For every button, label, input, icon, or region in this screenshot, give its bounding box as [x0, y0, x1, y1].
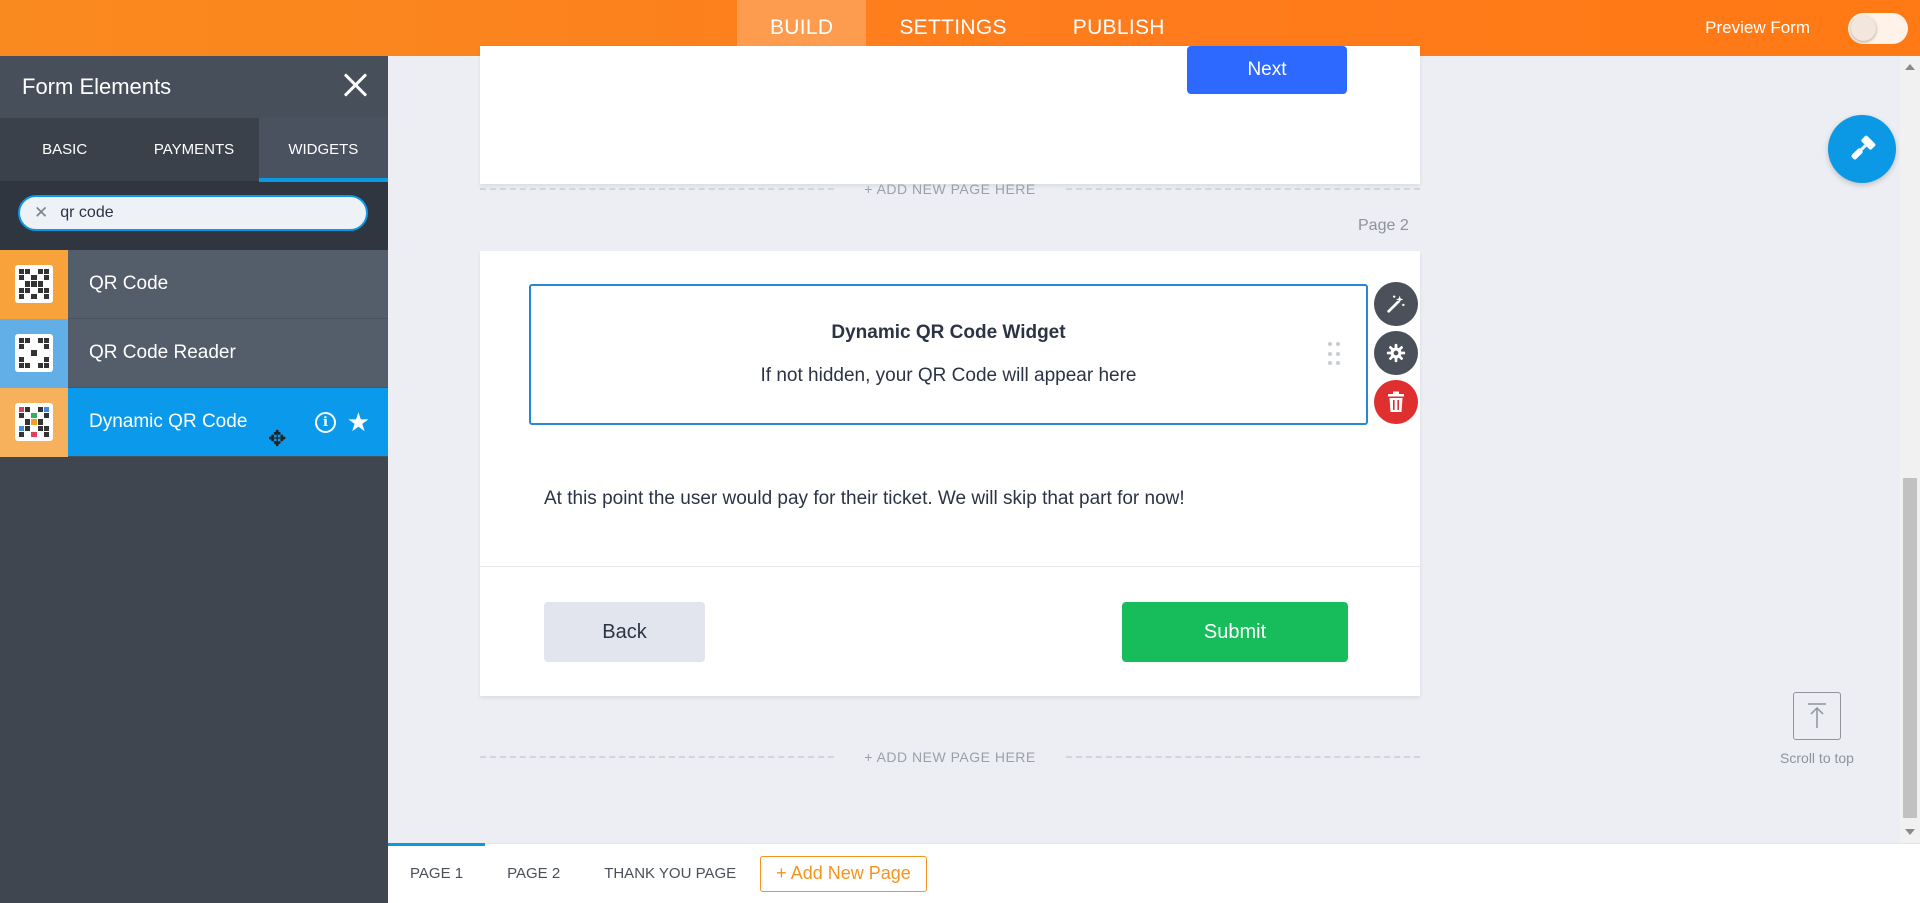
move-cursor-icon: ✥	[268, 426, 287, 451]
tab-page-2[interactable]: PAGE 2	[485, 844, 582, 903]
add-new-page-divider: + ADD NEW PAGE HERE	[480, 179, 1421, 199]
list-item-qr-code[interactable]: QR Code	[0, 249, 388, 319]
tab-payments[interactable]: PAYMENTS	[129, 118, 258, 181]
list-item-dynamic-qr-code[interactable]: Dynamic QR Code i ★	[0, 387, 388, 457]
form-canvas: Next + ADD NEW PAGE HERE Page 2 Dynamic …	[388, 46, 1900, 843]
panel-header: Form Elements	[0, 56, 388, 118]
drag-handle-icon[interactable]	[1328, 342, 1340, 368]
tab-widgets[interactable]: WIDGETS	[258, 118, 389, 182]
list-item-label: QR Code	[89, 273, 169, 294]
add-new-page-button[interactable]: + Add New Page	[760, 855, 927, 892]
search-box: ✕	[18, 195, 368, 231]
scroll-to-top-label: Scroll to top	[1780, 750, 1854, 766]
form-elements-panel: Form Elements BASIC PAYMENTS WIDGETS ✕ Q…	[0, 56, 389, 903]
scroll-down-icon[interactable]	[1905, 829, 1915, 835]
tab-page-1[interactable]: PAGE 1	[388, 842, 486, 903]
qr-code-icon	[0, 249, 68, 319]
form-designer-button[interactable]	[1828, 115, 1896, 183]
dynamic-qr-code-widget[interactable]: Dynamic QR Code Widget If not hidden, yo…	[529, 284, 1368, 425]
panel-tabs: BASIC PAYMENTS WIDGETS	[0, 118, 389, 182]
clear-search-icon[interactable]: ✕	[34, 203, 48, 223]
page-tabs-bar: PAGE 1 PAGE 2 THANK YOU PAGE + Add New P…	[388, 842, 1920, 903]
paragraph-text: At this point the user would pay for the…	[544, 488, 1185, 509]
search-wrapper: ✕	[0, 182, 388, 250]
star-icon[interactable]: ★	[347, 407, 370, 438]
gear-icon[interactable]	[1374, 331, 1418, 375]
paint-roller-icon	[1851, 135, 1876, 160]
tab-basic[interactable]: BASIC	[0, 118, 129, 181]
qr-code-reader-icon	[0, 318, 68, 388]
search-input[interactable]	[60, 204, 341, 222]
scroll-up-icon[interactable]	[1905, 64, 1915, 70]
vertical-scrollbar[interactable]	[1900, 56, 1920, 843]
list-item-qr-code-reader[interactable]: QR Code Reader	[0, 318, 388, 388]
widget-list: QR Code QR Code Reader Dynamic QR Code i…	[0, 249, 388, 457]
list-item-label: Dynamic QR Code	[89, 411, 248, 432]
close-icon[interactable]	[340, 70, 370, 100]
info-icon[interactable]: i	[315, 412, 336, 433]
back-button[interactable]: Back	[544, 602, 705, 662]
form-page-1: Next	[480, 46, 1420, 184]
submit-button[interactable]: Submit	[1122, 602, 1348, 662]
add-new-page-link[interactable]: + ADD NEW PAGE HERE	[864, 749, 1035, 765]
trash-icon[interactable]	[1374, 380, 1418, 424]
scroll-to-top[interactable]: Scroll to top	[1777, 692, 1857, 766]
preview-form-toggle[interactable]	[1848, 13, 1908, 44]
scrollbar-thumb[interactable]	[1903, 478, 1917, 818]
widget-subtitle: If not hidden, your QR Code will appear …	[760, 365, 1137, 386]
add-new-page-link[interactable]: + ADD NEW PAGE HERE	[864, 181, 1035, 197]
widget-title: Dynamic QR Code Widget	[831, 322, 1066, 343]
next-button[interactable]: Next	[1187, 46, 1347, 94]
arrow-up-icon	[1793, 692, 1841, 740]
preview-form-label: Preview Form	[1705, 18, 1810, 37]
list-item-label: QR Code Reader	[89, 342, 236, 363]
magic-wand-icon[interactable]	[1374, 282, 1418, 326]
page-label: Page 2	[1358, 217, 1409, 234]
divider	[480, 566, 1420, 567]
panel-title: Form Elements	[22, 74, 172, 99]
form-page-2: Dynamic QR Code Widget If not hidden, yo…	[480, 251, 1420, 696]
tab-thank-you-page[interactable]: THANK YOU PAGE	[582, 844, 758, 903]
dynamic-qr-code-icon	[0, 387, 68, 457]
add-new-page-divider: + ADD NEW PAGE HERE	[480, 747, 1421, 767]
